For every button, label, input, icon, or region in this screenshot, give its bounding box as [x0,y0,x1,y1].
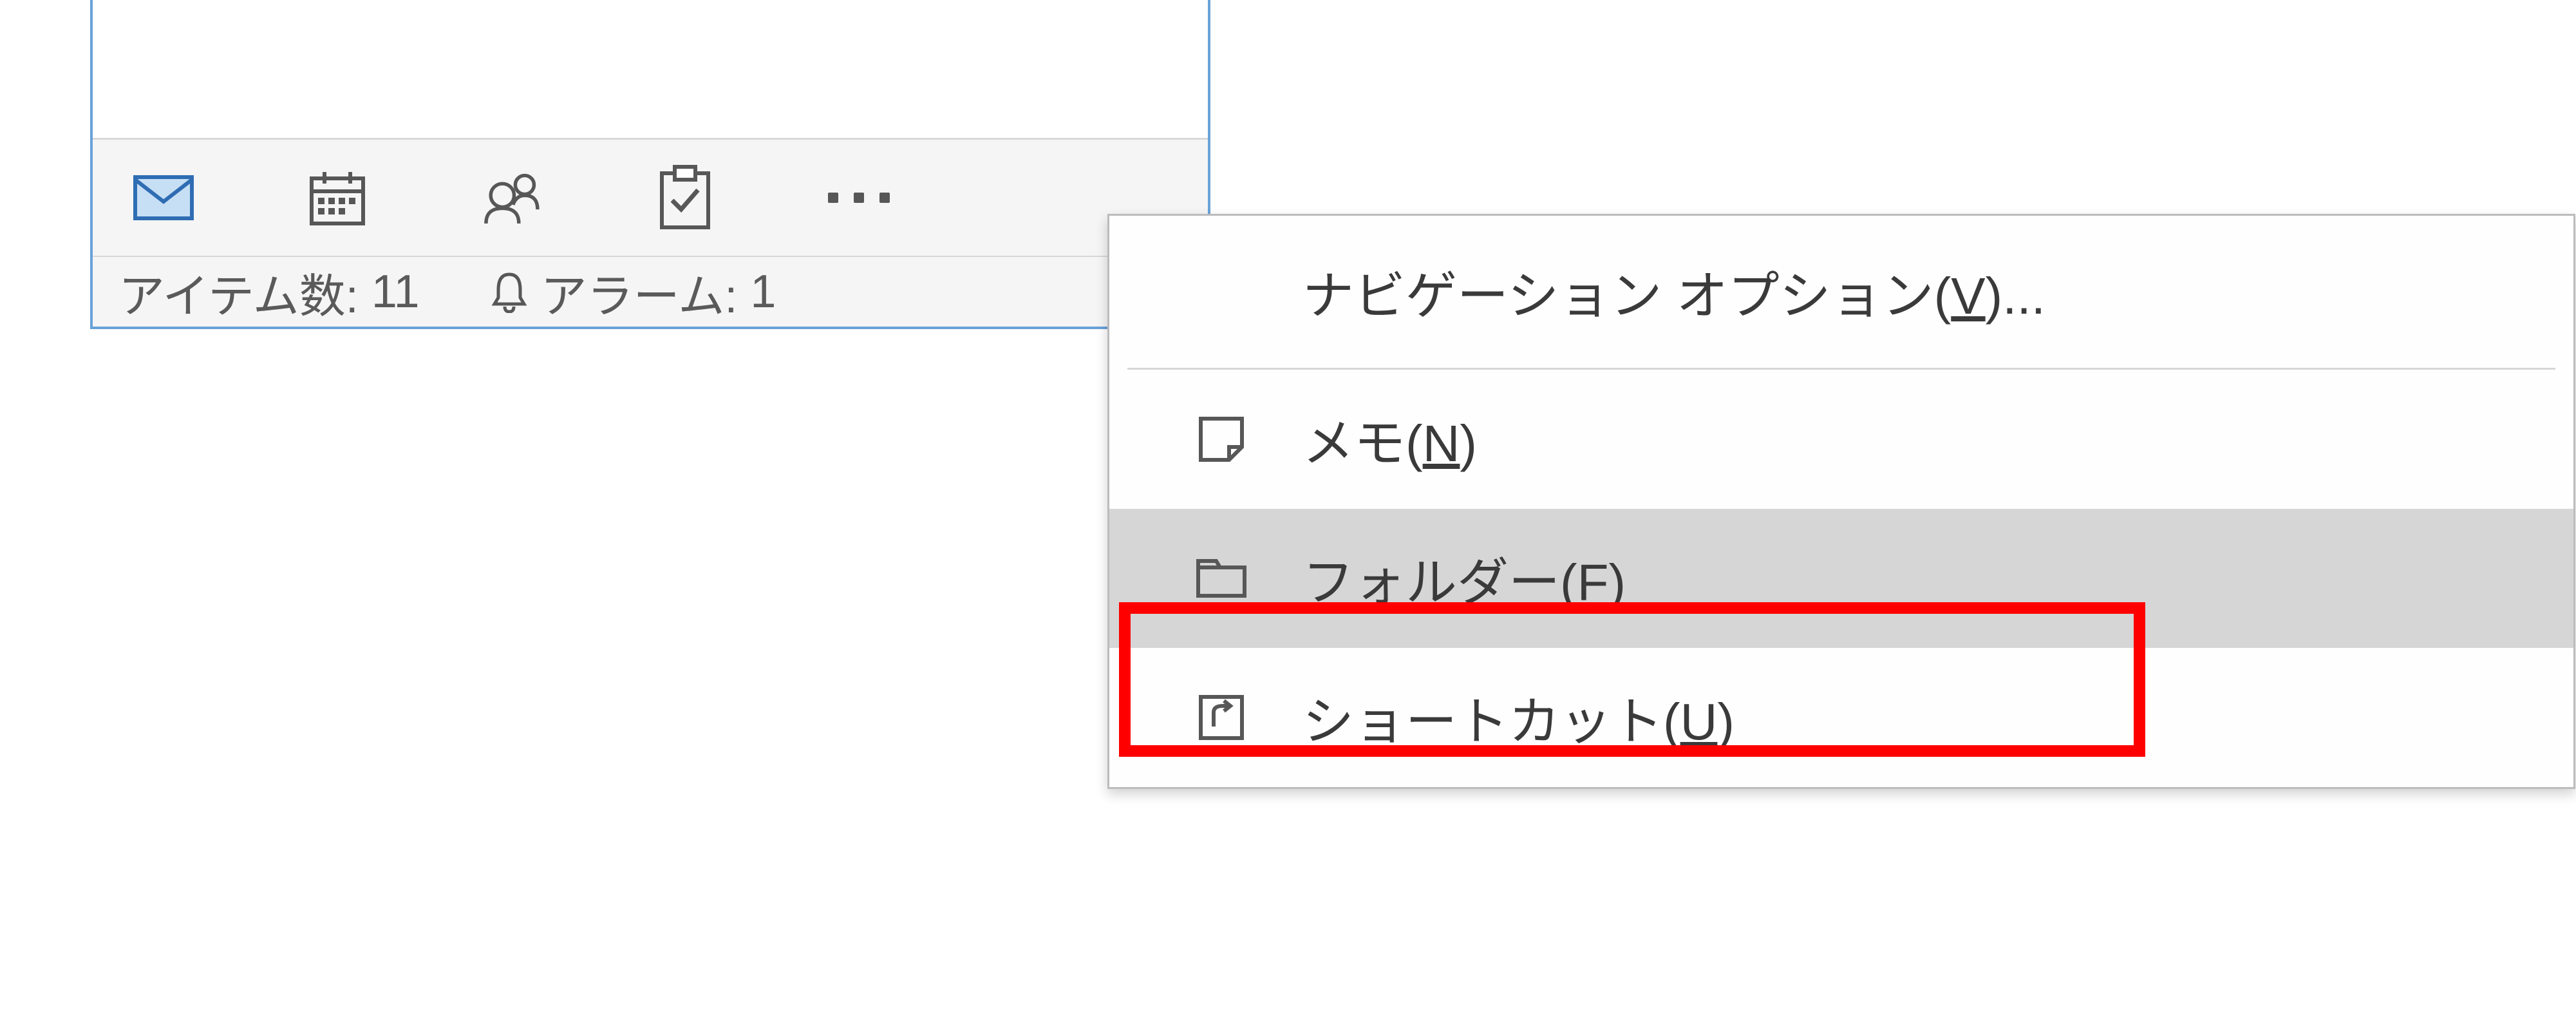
nav-options-popup: ナビゲーション オプション(V)... メモ(N) フォルダー(F) [1107,214,2575,789]
alarm-label: アラーム: [541,258,738,326]
menu-item-folders[interactable]: フォルダー(F) [1109,509,2573,648]
more-icon[interactable] [827,166,891,230]
items-label: アイテム数: [118,258,359,326]
note-icon [1194,412,1248,466]
bell-icon [491,271,528,313]
menu-item-shortcuts[interactable]: ショートカット(U) [1109,648,2573,787]
nav-options-key: V [1951,267,1985,325]
nav-options-suffix: )... [1986,267,2045,325]
status-alarm: アラーム: 1 [491,258,776,326]
menu-item-notes[interactable]: メモ(N) [1109,370,2573,509]
menu-item-nav-options[interactable]: ナビゲーション オプション(V)... [1109,216,2573,368]
menu-label: メモ(N) [1302,402,1477,477]
menu-label: フォルダー(F) [1302,541,1626,616]
mail-icon[interactable] [131,166,196,230]
people-icon[interactable] [479,166,543,230]
nav-options-prefix: ナビゲーション オプション( [1302,267,1951,325]
alarm-value: 1 [750,265,776,318]
navigation-panel: アイテム数: 11 アラーム: 1 [90,0,1210,329]
menu-label: ショートカット(U) [1302,680,1735,755]
status-item-count: アイテム数: 11 [118,258,420,326]
shortcut-icon [1194,690,1248,745]
tasks-icon[interactable] [653,166,717,230]
nav-icon-bar [93,138,1208,258]
calendar-icon[interactable] [305,166,370,230]
folder-icon [1194,551,1248,605]
status-bar: アイテム数: 11 アラーム: 1 [93,257,1208,327]
items-value: 11 [371,265,420,318]
